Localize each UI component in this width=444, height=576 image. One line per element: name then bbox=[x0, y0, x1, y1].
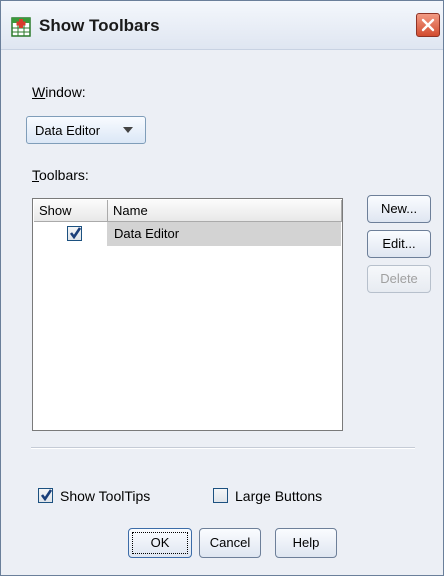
help-button[interactable]: Help bbox=[275, 528, 337, 558]
chevron-down-icon bbox=[123, 127, 133, 133]
ok-button[interactable]: OK bbox=[128, 528, 192, 558]
table-row[interactable]: Data Editor bbox=[34, 222, 341, 246]
show-tooltips-label[interactable]: Show ToolTips bbox=[60, 488, 150, 504]
large-buttons-checkbox[interactable] bbox=[213, 488, 228, 503]
window-label: Window: bbox=[32, 84, 86, 100]
dialog-title: Show Toolbars bbox=[39, 16, 160, 35]
close-icon bbox=[421, 18, 435, 32]
window-dropdown[interactable]: Data Editor bbox=[26, 116, 146, 144]
title-bar[interactable]: Show Toolbars bbox=[1, 1, 443, 50]
edit-button[interactable]: Edit... bbox=[367, 230, 431, 258]
cancel-button[interactable]: Cancel bbox=[199, 528, 261, 558]
ok-button-label: OK bbox=[150, 535, 170, 550]
window-dropdown-value: Data Editor bbox=[35, 123, 101, 138]
new-button[interactable]: New... bbox=[367, 195, 431, 223]
large-buttons-label[interactable]: Large Buttons bbox=[235, 488, 322, 504]
show-toolbars-dialog: Show Toolbars Window: Data Editor Toolba… bbox=[0, 0, 444, 576]
divider bbox=[31, 447, 415, 449]
delete-button: Delete bbox=[367, 265, 431, 293]
checkmark-icon bbox=[40, 489, 52, 501]
column-header-show[interactable]: Show bbox=[34, 200, 108, 222]
row-show-checkbox[interactable] bbox=[67, 226, 82, 241]
toolbars-list[interactable]: Show Name Data Editor bbox=[32, 198, 343, 431]
close-button[interactable] bbox=[416, 13, 440, 37]
show-tooltips-checkbox[interactable] bbox=[38, 488, 53, 503]
app-icon bbox=[11, 17, 31, 37]
row-name: Data Editor bbox=[114, 226, 180, 241]
checkmark-icon bbox=[69, 227, 81, 239]
toolbars-label: Toolbars: bbox=[32, 167, 89, 183]
column-header-name[interactable]: Name bbox=[108, 200, 342, 222]
